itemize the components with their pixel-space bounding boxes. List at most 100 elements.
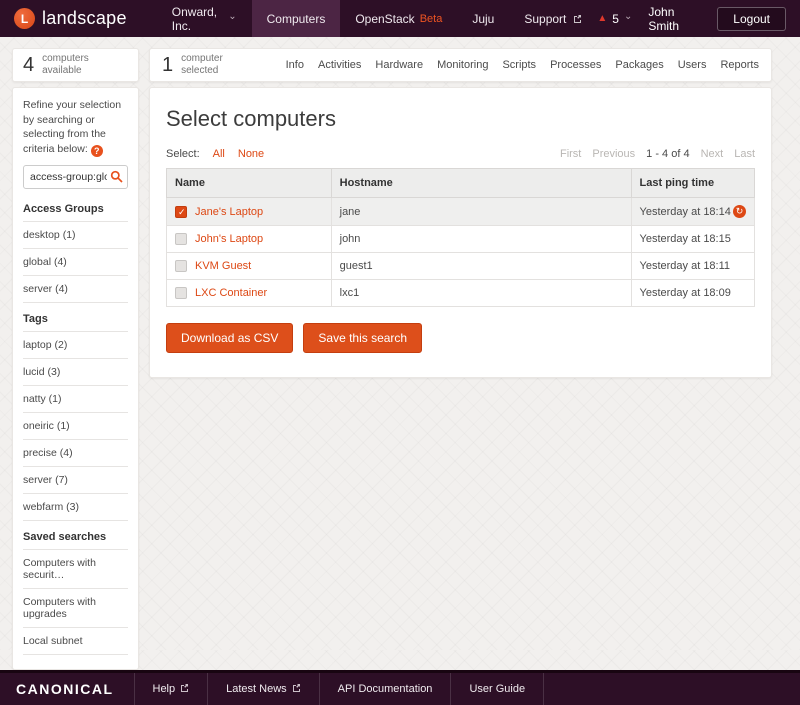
- footer-link-api-docs[interactable]: API Documentation: [319, 673, 451, 705]
- nav-openstack[interactable]: OpenStack Beta: [340, 0, 457, 37]
- computer-link[interactable]: Jane's Laptop: [195, 206, 263, 218]
- table-row: John's Laptop john Yesterday at 18:15: [167, 226, 755, 253]
- landscape-logo[interactable]: L landscape: [0, 0, 141, 37]
- footer-link-api-label: API Documentation: [338, 683, 433, 695]
- pagination: First Previous 1 - 4 of 4 Next Last: [560, 148, 755, 160]
- section-title-saved-searches: Saved searches: [23, 521, 128, 549]
- save-search-button[interactable]: Save this search: [303, 323, 422, 353]
- chevron-down-icon: ⌄: [228, 14, 236, 20]
- external-link-icon: [180, 683, 189, 695]
- table-row: LXC Container lxc1 Yesterday at 18:09: [167, 280, 755, 307]
- tag-item-oneiric[interactable]: oneiric (1): [23, 412, 128, 439]
- computers-available-counter: 4 computers available: [12, 48, 139, 82]
- nav-juju-label: Juju: [472, 12, 494, 26]
- external-link-icon: [292, 683, 301, 695]
- hostname-cell: guest1: [331, 253, 631, 280]
- column-header-hostname: Hostname: [331, 169, 631, 198]
- filter-item-desktop[interactable]: desktop (1): [23, 221, 128, 248]
- saved-search-local-subnet[interactable]: Local subnet: [23, 627, 128, 655]
- org-menu[interactable]: Onward, Inc. ⌄: [157, 0, 252, 37]
- tab-scripts[interactable]: Scripts: [502, 59, 536, 71]
- select-label: Select:: [166, 148, 200, 160]
- pagination-first[interactable]: First: [560, 148, 581, 160]
- tab-activities[interactable]: Activities: [318, 59, 361, 71]
- filter-item-global[interactable]: global (4): [23, 248, 128, 275]
- search-icon[interactable]: [110, 170, 123, 188]
- footer: CANONICAL Help Latest News API Documenta…: [0, 670, 800, 705]
- section-title-access-groups: Access Groups: [23, 193, 128, 221]
- header-nav: Onward, Inc. ⌄ Computers OpenStack Beta …: [157, 0, 598, 37]
- footer-link-user-guide[interactable]: User Guide: [450, 673, 544, 705]
- logout-button[interactable]: Logout: [717, 7, 786, 31]
- nav-juju[interactable]: Juju: [457, 0, 509, 37]
- tab-users[interactable]: Users: [678, 59, 707, 71]
- pagination-range: 1 - 4 of 4: [646, 148, 689, 160]
- beta-badge: Beta: [420, 13, 443, 25]
- tab-info[interactable]: Info: [286, 59, 304, 71]
- table-row: KVM Guest guest1 Yesterday at 18:11: [167, 253, 755, 280]
- tag-item-webfarm[interactable]: webfarm (3): [23, 493, 128, 521]
- pagination-previous[interactable]: Previous: [592, 148, 635, 160]
- download-csv-button[interactable]: Download as CSV: [166, 323, 293, 353]
- row-checkbox[interactable]: [175, 260, 187, 272]
- footer-links: Help Latest News API Documentation User …: [134, 673, 545, 705]
- last-ping-value: Yesterday at 18:14: [640, 206, 731, 218]
- table-controls: Select: All None First Previous 1 - 4 of…: [166, 148, 755, 160]
- table-row: Jane's Laptop jane Yesterday at 18:14 ↻: [167, 198, 755, 226]
- computer-link[interactable]: John's Laptop: [195, 233, 263, 245]
- available-count: 4: [23, 54, 34, 77]
- nav-support[interactable]: Support: [509, 0, 597, 37]
- tag-item-natty[interactable]: natty (1): [23, 385, 128, 412]
- computers-table: Name Hostname Last ping time Jane's Lapt…: [166, 168, 755, 307]
- alerts-count: 5: [612, 12, 619, 26]
- computer-link[interactable]: KVM Guest: [195, 260, 251, 272]
- chevron-down-icon: ⌄: [624, 14, 632, 20]
- pagination-next[interactable]: Next: [701, 148, 724, 160]
- hostname-cell: john: [331, 226, 631, 253]
- select-all-link[interactable]: All: [213, 148, 225, 160]
- select-computers-card: Select computers Select: All None First …: [149, 87, 772, 378]
- saved-search-upgrades[interactable]: Computers with upgrades: [23, 588, 128, 627]
- tag-item-server[interactable]: server (7): [23, 466, 128, 493]
- search-box: [23, 165, 128, 189]
- refine-text: Refine your selection by searching or se…: [23, 99, 121, 155]
- tab-reports[interactable]: Reports: [720, 59, 759, 71]
- landscape-logo-icon: L: [14, 8, 35, 29]
- nav-computers[interactable]: Computers: [252, 0, 341, 37]
- row-checkbox[interactable]: [175, 206, 187, 218]
- saved-search-security[interactable]: Computers with securit…: [23, 549, 128, 588]
- footer-link-help[interactable]: Help: [134, 673, 208, 705]
- nav-computers-label: Computers: [267, 12, 326, 26]
- activity-status-icon[interactable]: ↻: [733, 205, 746, 218]
- help-icon[interactable]: ?: [91, 145, 103, 157]
- tab-hardware[interactable]: Hardware: [375, 59, 423, 71]
- row-checkbox[interactable]: [175, 233, 187, 245]
- tab-monitoring[interactable]: Monitoring: [437, 59, 488, 71]
- tags-list: laptop (2) lucid (3) natty (1) oneiric (…: [23, 331, 128, 521]
- footer-link-guide-label: User Guide: [469, 683, 525, 695]
- nav-support-label: Support: [524, 12, 566, 26]
- access-groups-list: desktop (1) global (4) server (4): [23, 221, 128, 303]
- last-ping-value: Yesterday at 18:11: [640, 260, 731, 272]
- top-bar: L landscape Onward, Inc. ⌄ Computers Ope…: [0, 0, 800, 37]
- nav-openstack-label: OpenStack: [355, 12, 414, 26]
- landscape-logo-text: landscape: [42, 8, 127, 29]
- tag-item-precise[interactable]: precise (4): [23, 439, 128, 466]
- selected-count-label: computer selected: [181, 53, 243, 77]
- select-none-link[interactable]: None: [238, 148, 264, 160]
- row-checkbox[interactable]: [175, 287, 187, 299]
- user-name: John Smith: [648, 5, 701, 33]
- alerts-menu[interactable]: ▲ 5 ⌄: [597, 12, 632, 26]
- computer-link[interactable]: LXC Container: [195, 287, 267, 299]
- external-link-icon: [573, 12, 582, 26]
- tag-item-lucid[interactable]: lucid (3): [23, 358, 128, 385]
- filter-item-server[interactable]: server (4): [23, 275, 128, 303]
- org-menu-label: Onward, Inc.: [172, 5, 223, 33]
- content-area: 4 computers available Refine your select…: [0, 37, 800, 670]
- footer-link-latest-news[interactable]: Latest News: [207, 673, 319, 705]
- tab-processes[interactable]: Processes: [550, 59, 601, 71]
- computer-tabs: Info Activities Hardware Monitoring Scri…: [286, 59, 759, 71]
- tag-item-laptop[interactable]: laptop (2): [23, 331, 128, 358]
- pagination-last[interactable]: Last: [734, 148, 755, 160]
- tab-packages[interactable]: Packages: [615, 59, 663, 71]
